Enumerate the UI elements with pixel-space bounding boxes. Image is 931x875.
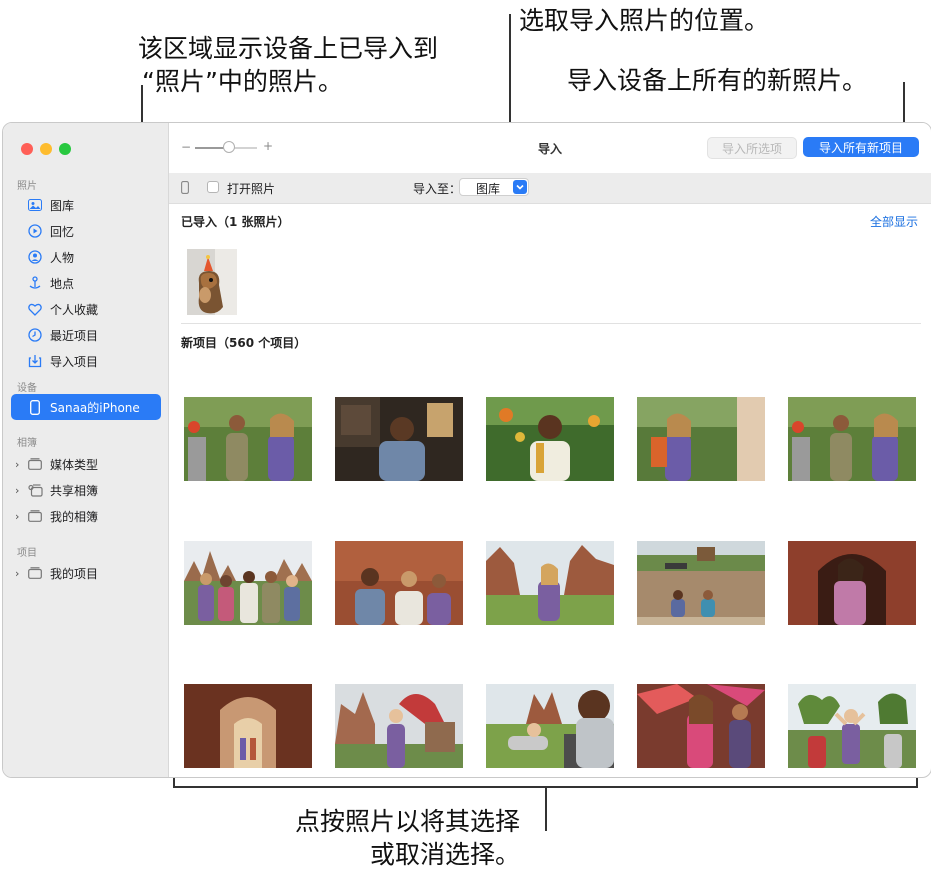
sidebar-item-favorites[interactable]: 个人收藏 <box>11 296 161 322</box>
callout-imported-area-line1: 该区域显示设备上已导入到 <box>138 34 439 63</box>
callout-click-photos: 点按照片以将其选择 或取消选择。 <box>288 805 520 871</box>
folder-icon <box>27 565 43 581</box>
shared-album-icon <box>27 482 43 498</box>
photo-thumbnail[interactable] <box>637 684 765 768</box>
sidebar-item-label: Sanaa的iPhone <box>50 400 140 415</box>
memories-icon <box>27 223 43 239</box>
folder-icon <box>27 456 43 472</box>
callout-click-photos-line1: 点按照片以将其选择 <box>295 807 521 836</box>
callout-import-location: 选取导入照片的位置。 <box>519 6 770 35</box>
zoom-out-label[interactable]: − <box>181 140 191 154</box>
sidebar-item-media-types[interactable]: › 媒体类型 <box>11 451 161 477</box>
sidebar-item-label: 媒体类型 <box>50 457 99 472</box>
import-selected-button[interactable]: 导入所选项 <box>707 137 797 159</box>
photo-thumbnail[interactable] <box>788 541 916 625</box>
favorites-icon <box>27 301 43 317</box>
callout-click-photos-line2: 或取消选择。 <box>370 840 521 869</box>
open-photos-checkbox[interactable] <box>207 181 219 193</box>
zoom-window-button[interactable] <box>59 143 71 155</box>
sidebar-item-library[interactable]: 图库 <box>11 192 161 218</box>
sidebar-item-label: 导入项目 <box>50 354 99 369</box>
photo-thumbnail[interactable] <box>788 397 916 481</box>
library-icon <box>27 197 43 213</box>
photo-thumbnail[interactable] <box>184 541 312 625</box>
places-icon <box>27 275 43 291</box>
photo-thumbnail[interactable] <box>184 397 312 481</box>
photo-thumbnail[interactable] <box>335 684 463 768</box>
import-to-value: 图库 <box>476 182 501 196</box>
chevron-right-icon[interactable]: › <box>15 567 19 580</box>
photo-thumbnail[interactable] <box>335 397 463 481</box>
chevron-right-icon[interactable]: › <box>15 484 19 497</box>
sidebar-item-people[interactable]: 人物 <box>11 244 161 270</box>
open-photos-label: 打开照片 <box>227 182 276 196</box>
show-all-link[interactable]: 全部显示 <box>870 213 918 230</box>
sidebar-item-imports[interactable]: 导入项目 <box>11 348 161 374</box>
sidebar-item-label: 我的项目 <box>50 566 99 581</box>
close-window-button[interactable] <box>21 143 33 155</box>
sidebar-item-label: 图库 <box>50 198 75 213</box>
new-items-section-header: 新项目（560 个项目） <box>181 336 307 350</box>
photo-thumbnail[interactable] <box>637 541 765 625</box>
photo-thumbnail[interactable] <box>788 684 916 768</box>
photo-thumbnail[interactable] <box>486 397 614 481</box>
sidebar-item-label: 个人收藏 <box>50 302 99 317</box>
window-title: 导入 <box>538 142 563 156</box>
sidebar-item-label: 最近项目 <box>50 328 99 343</box>
import-to-select[interactable]: 图库 <box>459 178 529 196</box>
sidebar-item-shared-albums[interactable]: › 共享相簿 <box>11 477 161 503</box>
title-bar: − + 导入 导入所选项 导入所有新项目 <box>169 123 931 174</box>
sidebar-item-recents[interactable]: 最近项目 <box>11 322 161 348</box>
callout-imported-area: 该区域显示设备上已导入到 “照片”中的照片。 <box>138 32 438 98</box>
sidebar-item-label: 人物 <box>50 250 75 265</box>
import-to-label: 导入至： <box>413 182 462 196</box>
people-icon <box>27 249 43 265</box>
zoom-in-label[interactable]: + <box>263 139 273 153</box>
minimize-window-button[interactable] <box>40 143 52 155</box>
zoom-slider-knob[interactable] <box>223 141 235 153</box>
imported-photo-thumbnail[interactable] <box>187 249 237 315</box>
callout-import-all: 导入设备上所有的新照片。 <box>567 66 868 95</box>
iphone-icon <box>181 181 189 197</box>
leader-line-photos <box>545 787 547 831</box>
section-divider <box>181 323 921 324</box>
photo-thumbnail[interactable] <box>486 684 614 768</box>
sidebar-item-label: 回忆 <box>50 224 75 239</box>
chevron-right-icon[interactable]: › <box>15 510 19 523</box>
callout-imported-area-line2: “照片”中的照片。 <box>142 67 343 96</box>
sidebar-item-my-projects[interactable]: › 我的项目 <box>11 560 161 586</box>
sidebar-item-label: 我的相簿 <box>50 509 99 524</box>
sidebar-item-memories[interactable]: 回忆 <box>11 218 161 244</box>
imports-icon <box>27 353 43 369</box>
sidebar-item-my-albums[interactable]: › 我的相簿 <box>11 503 161 529</box>
photo-thumbnail[interactable] <box>335 541 463 625</box>
photos-window: 照片 图库 回忆 人物 地点 个人收藏 最近项目 导入项目 设备 Sanaa的i… <box>2 122 931 778</box>
sidebar-item-label: 地点 <box>50 276 75 291</box>
sidebar-item-label: 共享相簿 <box>50 483 99 498</box>
sidebar-item-places[interactable]: 地点 <box>11 270 161 296</box>
sidebar-section-projects: 项目 <box>17 548 37 559</box>
recents-icon <box>27 327 43 343</box>
photo-thumbnail[interactable] <box>184 684 312 768</box>
imported-section-header: 已导入（1 张照片） <box>181 215 290 229</box>
iphone-icon <box>27 399 43 415</box>
leader-bracket-photos-right <box>916 777 918 787</box>
zoom-slider[interactable] <box>195 141 257 153</box>
folder-icon <box>27 508 43 524</box>
chevron-down-icon <box>513 180 527 194</box>
main-pane: − + 导入 导入所选项 导入所有新项目 打开照片 导入至： 图库 已导入（1 … <box>169 123 931 777</box>
import-toolbar: 打开照片 导入至： 图库 <box>169 173 931 204</box>
photo-thumbnail[interactable] <box>486 541 614 625</box>
sidebar: 照片 图库 回忆 人物 地点 个人收藏 最近项目 导入项目 设备 Sanaa的i… <box>3 123 169 777</box>
photo-thumbnail[interactable] <box>637 397 765 481</box>
chevron-right-icon[interactable]: › <box>15 458 19 471</box>
sidebar-item-iphone[interactable]: Sanaa的iPhone <box>11 394 161 420</box>
sidebar-section-photos: 照片 <box>17 181 37 192</box>
import-all-new-button[interactable]: 导入所有新项目 <box>803 137 919 157</box>
sidebar-section-devices: 设备 <box>17 383 37 394</box>
leader-bracket-photos-left <box>173 777 175 787</box>
sidebar-section-albums: 相簿 <box>17 438 37 449</box>
